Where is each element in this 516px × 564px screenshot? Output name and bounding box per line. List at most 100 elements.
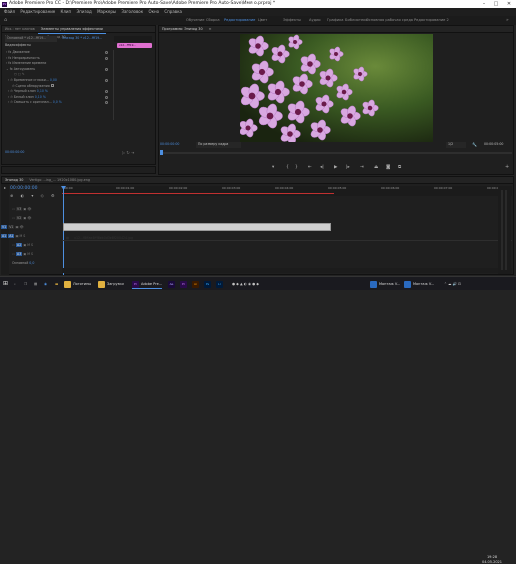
menu-file[interactable]: Файл [4, 8, 15, 16]
effect-mask-icons[interactable]: ○ □ ✎ [2, 72, 110, 77]
menu-help[interactable]: Справка [164, 8, 182, 16]
play-icon[interactable]: ▶ [334, 164, 337, 172]
taskbar-pr-2[interactable]: Pr [180, 279, 189, 289]
widgets-icon[interactable]: ▦ [34, 279, 37, 289]
workspace-essentials[interactable]: Основная рабочая среда [366, 16, 413, 25]
reset-icon[interactable] [105, 57, 108, 60]
param-scene-detect[interactable]: ⏱ Сцена обнаружения [2, 84, 110, 89]
track-v2[interactable]: ▭ V2 ▣ 👁 [10, 214, 66, 222]
workspace-editing[interactable]: Редактирование [224, 16, 255, 25]
taskbar-app-icons[interactable]: ● ◆ ▲ ◐ ◉ ● ◆ [232, 279, 259, 289]
effect-motion[interactable]: › fx Движение [2, 50, 110, 55]
mark-in-icon[interactable]: { [286, 164, 289, 172]
workspace-learning[interactable]: Обучение [186, 16, 204, 25]
close-button[interactable]: ✕ [503, 0, 515, 8]
taskbar-downloads[interactable]: Загрузки [98, 279, 124, 289]
reset-icon[interactable] [105, 79, 108, 82]
maximize-button[interactable]: □ [490, 0, 502, 8]
program-timecode[interactable]: 00:00:00:00 [160, 142, 179, 147]
effect-opacity[interactable]: › fx Непрозрачность [2, 56, 110, 61]
tab-effect-controls[interactable]: Элементы управления эффектами [38, 26, 106, 34]
export-frame-icon[interactable]: ◙ [386, 164, 390, 172]
timeline-scrollbar[interactable] [62, 268, 512, 273]
search-icon[interactable]: ⌕ [14, 279, 16, 289]
menu-title[interactable]: Заголовок [121, 8, 143, 16]
menu-window[interactable]: Окно [148, 8, 159, 16]
program-scrub-bar[interactable] [160, 152, 512, 154]
menu-clip[interactable]: Клип [61, 8, 72, 16]
timeline-tool-icons[interactable]: ⊕ ◐ ▾ ◇ ⚙ [10, 193, 58, 198]
reset-icon[interactable] [105, 51, 108, 54]
panel-menu-icon[interactable]: ≡ [206, 26, 215, 33]
effect-controls-tools[interactable]: ▷ ↻ ⇥ [122, 150, 134, 155]
reset-icon[interactable] [105, 90, 108, 93]
reset-icon[interactable] [105, 96, 108, 99]
track-v3[interactable]: ▭ V3 ▣ 👁 [10, 205, 66, 213]
track-a1[interactable]: A1 A1 ▣ M S [10, 232, 66, 240]
workspace-assembly[interactable]: Сборка [206, 16, 220, 25]
tab-source[interactable]: Исх.: нет клипов [2, 26, 38, 33]
effect-auto-levels[interactable]: ⌄ fx Автоуровень [2, 67, 110, 72]
track-v1[interactable]: V1 V1 ▣ 👁 [10, 223, 66, 231]
workspace-editing-2[interactable]: Редактирование 2 [414, 16, 449, 25]
taskbar-montage-1[interactable]: Moнтаж V... [370, 279, 400, 289]
menu-sequence[interactable]: Эпизод [76, 8, 91, 16]
add-marker-icon[interactable]: ▾ [272, 164, 274, 172]
workspace-graphics[interactable]: Графика [327, 16, 343, 25]
start-button[interactable]: ⊞ [3, 279, 8, 289]
param-white-clip[interactable]: › ⏱ Белый клип 0,10 % [2, 95, 110, 100]
go-to-in-icon[interactable]: ⇤ [308, 164, 312, 172]
reset-icon[interactable] [105, 101, 108, 104]
timeline-timecode[interactable]: 00:00:00:00 [10, 186, 37, 191]
program-video-frame[interactable] [240, 34, 433, 142]
workspace-color[interactable]: Цвет [258, 16, 267, 25]
effect-controls-timecode[interactable]: 00:00:00:00 [5, 150, 24, 155]
taskbar-logos[interactable]: Логотипы [64, 279, 91, 289]
taskbar-photoshop[interactable]: Ps [204, 279, 213, 289]
lift-icon[interactable]: ⏏ [374, 164, 378, 172]
resolution-dropdown[interactable]: 1/2 [446, 142, 466, 148]
wrench-icon[interactable]: 🔧 [472, 142, 477, 147]
workspace-libraries[interactable]: Библиотеки [345, 16, 368, 25]
tab-sequence-30[interactable]: Эпизод 30 [2, 177, 26, 184]
menu-edit[interactable]: Редактирование [20, 8, 55, 16]
clock[interactable]: 19:28 04.05.2021 [478, 555, 506, 564]
workspace-effects[interactable]: Эффекты [283, 16, 301, 25]
taskbar-lightroom[interactable]: Lr [216, 279, 225, 289]
fit-dropdown[interactable]: По размеру кадра [196, 142, 241, 148]
step-forward-icon[interactable]: |▸ [346, 164, 350, 172]
selection-tool-icon[interactable]: ▸ [1, 184, 9, 192]
reset-icon[interactable] [105, 68, 108, 71]
effect-time-remap[interactable]: › fx Изменение времени [2, 61, 110, 66]
timeline-ruler[interactable]: 00:00 00:00:01:00 00:00:02:00 00:00:03:0… [62, 186, 512, 196]
timeline-clip[interactable]: ▦ v12...f8ffae4fff8eb0d3e8f200424.jpg [63, 223, 331, 231]
more-workspaces-icon[interactable]: » [506, 16, 509, 25]
edge-icon[interactable]: ◉ [44, 279, 47, 289]
effect-controls-ruler[interactable] [114, 36, 152, 42]
taskbar-illustrator[interactable]: Ai [192, 279, 201, 289]
sequence-link[interactable]: Эпизод 30 * v12...fff19... [62, 36, 112, 42]
taskbar-premiere[interactable]: PrAdobe Pre... [132, 279, 162, 289]
mark-out-icon[interactable]: } [295, 164, 298, 172]
track-a3[interactable]: ▭ A3 ▣ M S [10, 250, 66, 258]
track-master[interactable]: Основной 0,0 [10, 259, 66, 267]
workspace-audio[interactable]: Аудио [309, 16, 321, 25]
menu-markers[interactable]: Маркеры [97, 8, 116, 16]
minimize-button[interactable]: – [478, 0, 490, 8]
home-icon[interactable]: ⌂ [4, 16, 7, 25]
taskbar-montage-2[interactable]: Monтаж V... [404, 279, 434, 289]
go-to-out-icon[interactable]: ⇥ [360, 164, 364, 172]
system-tray-icons[interactable]: ⌃ ☁ 🔊 ⊡ [444, 279, 461, 289]
task-view-icon[interactable]: ❐ [24, 279, 27, 289]
source-dropdown[interactable]: Основной * v12...fff19... [5, 36, 57, 42]
explorer-icon[interactable]: ▬ [55, 279, 58, 289]
step-back-icon[interactable]: ◂| [320, 164, 324, 172]
param-blend-original[interactable]: › ⏱ Смешать с оригинал... 0,0 % [2, 100, 110, 105]
param-temporal-smoothing[interactable]: › ⏱ Временное сглажи... 0,00 [2, 78, 110, 83]
taskbar-after-effects[interactable]: Ae [168, 279, 177, 289]
program-playhead[interactable] [160, 150, 163, 155]
track-a2[interactable]: ▭ A2 ▣ M S [10, 241, 66, 249]
tab-other-sequence[interactable]: Vertigo ...ing_... 1920x1080.jpg.eng [26, 177, 93, 184]
add-button-icon[interactable]: + [505, 164, 509, 170]
tab-program-monitor[interactable]: Программа: Эпизод 30 [159, 26, 206, 33]
